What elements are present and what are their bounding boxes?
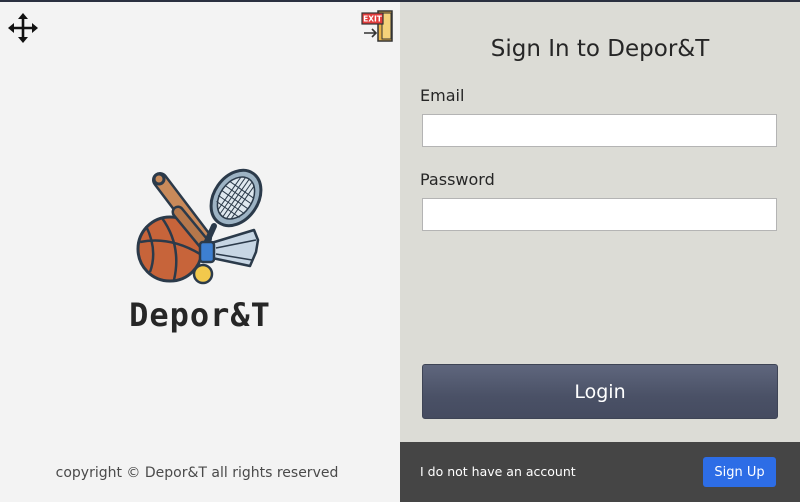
brand-name: Depor&T <box>129 296 271 334</box>
sign-up-button[interactable]: Sign Up <box>703 457 776 487</box>
email-label: Email <box>420 86 465 105</box>
branding-panel: EXIT Depor&T copyright © Depor&T all rig… <box>0 2 400 502</box>
signup-footer: I do not have an account Sign Up <box>400 442 800 502</box>
exit-door-icon[interactable]: EXIT <box>360 9 394 43</box>
login-button[interactable]: Login <box>422 364 778 419</box>
move-arrows-icon[interactable] <box>8 13 38 43</box>
page-title: Sign In to Depor&T <box>490 36 710 62</box>
sign-in-panel <box>400 2 800 502</box>
copyright-notice: copyright © Depor&T all rights reserved <box>55 465 339 481</box>
password-label: Password <box>420 170 495 189</box>
svg-text:EXIT: EXIT <box>363 15 383 24</box>
sports-equipment-logo <box>136 168 263 285</box>
email-field[interactable] <box>422 114 777 147</box>
password-field[interactable] <box>422 198 777 231</box>
no-account-text: I do not have an account <box>420 464 576 479</box>
